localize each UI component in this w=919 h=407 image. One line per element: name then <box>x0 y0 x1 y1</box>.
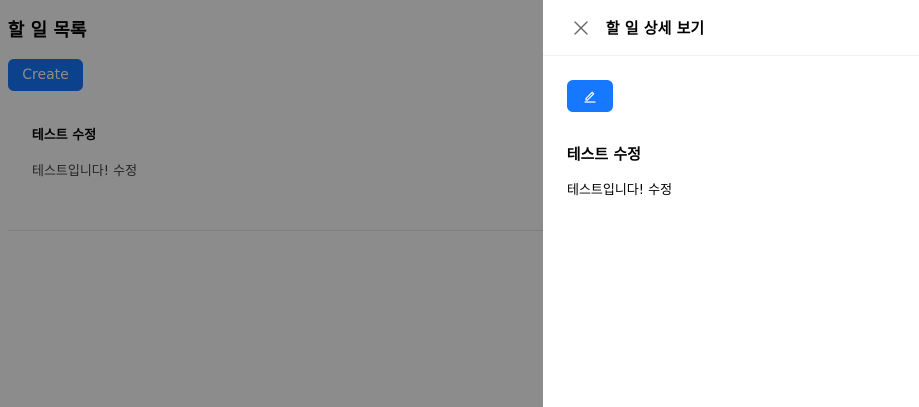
page: 할 일 목록 Create 테스트 수정 테스트입니다! 수정 할 일 상세 보… <box>0 0 919 407</box>
drawer-header: 할 일 상세 보기 <box>543 0 919 56</box>
close-icon[interactable] <box>571 18 591 38</box>
detail-title: 테스트 수정 <box>567 145 642 163</box>
edit-button[interactable] <box>567 80 613 112</box>
drawer-title: 할 일 상세 보기 <box>606 19 705 37</box>
detail-description: 테스트입니다! 수정 <box>567 183 673 198</box>
detail-drawer: 할 일 상세 보기 테스트 수정 테스트입니다! 수정 <box>543 0 919 407</box>
edit-icon <box>583 89 597 103</box>
